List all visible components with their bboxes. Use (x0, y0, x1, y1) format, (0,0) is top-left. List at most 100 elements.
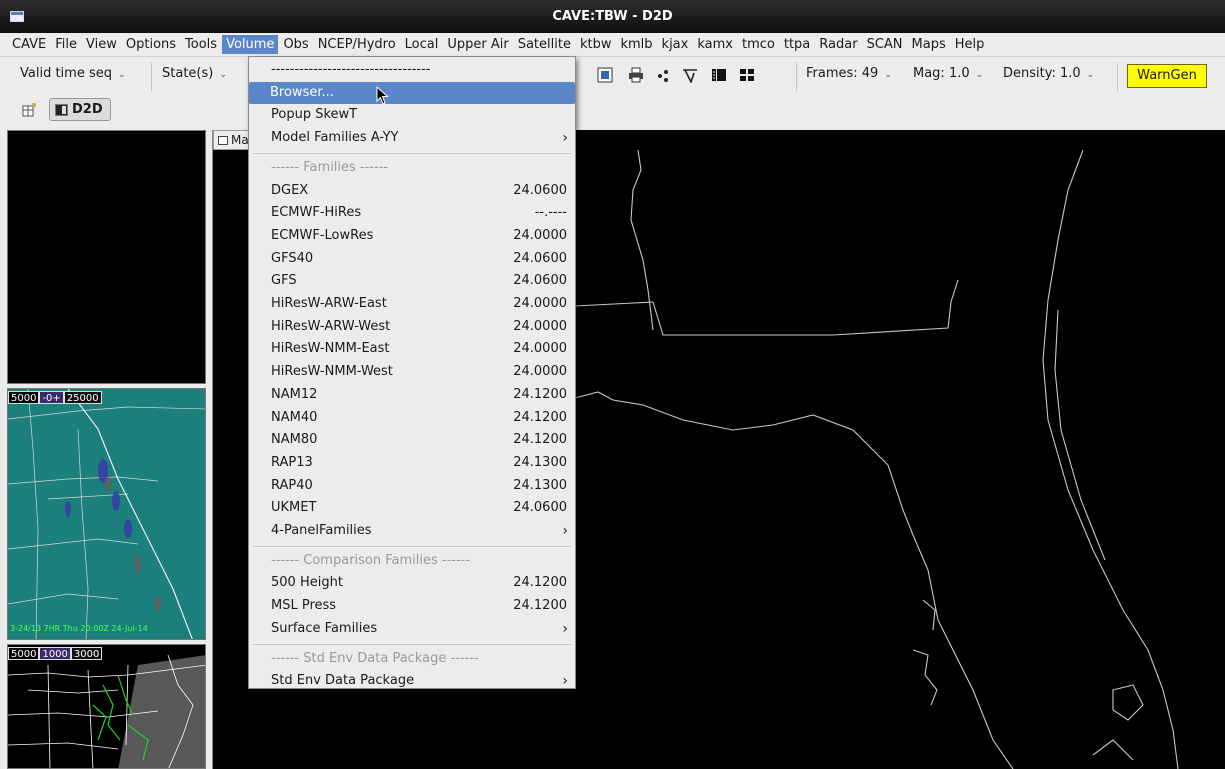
menu-item-label: Browser... (270, 84, 334, 100)
menu-item-nam80[interactable]: NAM80 24.1200 (250, 429, 574, 451)
menu-tmco[interactable]: tmco (738, 35, 779, 54)
four-panel-icon[interactable] (738, 66, 756, 84)
print-icon[interactable] (627, 66, 645, 84)
menu-item-label: Std Env Data Package (271, 673, 415, 689)
menu-item-nam40[interactable]: NAM40 24.1200 (250, 407, 574, 429)
menu-item-browser[interactable]: Browser... (249, 81, 575, 104)
menu-view[interactable]: View (82, 35, 121, 54)
menu-cave[interactable]: CAVE (8, 35, 50, 54)
colorbar-legend: 5000 -0+ 25000 (8, 391, 102, 404)
menu-item-value: 24.1200 (513, 598, 567, 614)
side-pane-1[interactable] (7, 130, 206, 384)
menu-kjax[interactable]: kjax (658, 35, 693, 54)
state-label: State(s) (162, 66, 214, 81)
menu-item-value: 24.0000 (513, 227, 567, 243)
menu-item-value: 24.0000 (513, 296, 567, 311)
menu-volume[interactable]: Volume (222, 35, 279, 54)
menu-radar[interactable]: Radar (815, 35, 861, 54)
menu-item-value: 24.0600 (513, 182, 567, 198)
menu-item-hiresw-arw-east[interactable]: HiResW-ARW-East 24.0000 (250, 293, 574, 315)
toolbar-divider (151, 63, 152, 91)
submenu-arrow-icon: › (562, 130, 568, 147)
menu-maps[interactable]: Maps (908, 35, 950, 54)
main-toolbar: Valid time seq ⌄ State(s) ⌄ Frames: 49 ⌄ Ma… (0, 56, 1225, 96)
menu-section-header-label: ------ Comparison Families ------ (271, 552, 471, 568)
menu-item-surface-families[interactable]: Surface Families › (250, 618, 574, 640)
menu-item-model-families-a-yy[interactable]: Model Families A-YY › (250, 127, 574, 149)
menu-item-ukmet[interactable]: UKMET 24.0600 (250, 497, 574, 519)
baselines-icon[interactable] (681, 66, 699, 84)
map-tab-icon (218, 135, 228, 145)
density-label: Density: 1.0 (1003, 66, 1081, 81)
menu-item-rap40[interactable]: RAP40 24.1300 (250, 475, 574, 497)
frames-dropdown[interactable]: Frames: 49 ⌄ (806, 66, 892, 81)
map-tab-label: Ma (231, 133, 249, 147)
menu-options[interactable]: Options (122, 35, 180, 54)
toolbar-divider (1117, 63, 1118, 91)
valid-time-dropdown[interactable]: Valid time seq ⌄ (20, 66, 126, 81)
menu-obs[interactable]: Obs (279, 35, 312, 54)
menu-item-label: GFS40 (271, 250, 314, 266)
menu-item-ecmwf-lowres[interactable]: ECMWF-LowRes 24.0000 (250, 225, 574, 247)
menu-item-nam12[interactable]: NAM12 24.1200 (250, 384, 574, 406)
colorbar-legend: 5000 1000 3000 (8, 647, 103, 660)
menu-separator (253, 643, 571, 645)
image-properties-icon[interactable] (596, 66, 614, 84)
side-pane-3[interactable]: 5000 1000 3000 (7, 644, 206, 769)
menu-item-value: 24.1300 (513, 477, 567, 493)
single-panel-icon[interactable] (710, 66, 728, 84)
open-perspective-icon[interactable] (22, 103, 36, 121)
menu-file[interactable]: File (51, 35, 81, 54)
menu-kmlb[interactable]: kmlb (616, 35, 656, 54)
menu-item-dgex[interactable]: DGEX 24.0600 (250, 180, 574, 202)
menu-item-label: HiResW-NMM-West (271, 364, 393, 380)
state-dropdown[interactable]: State(s) ⌄ (162, 66, 227, 81)
menu-satellite[interactable]: Satellite (514, 35, 575, 54)
side-pane-2[interactable]: 5000 -0+ 25000 3-24/13 7HR Thu 20:00Z 24-J… (7, 388, 206, 640)
legend-label: 1000 (39, 647, 71, 660)
chevron-down-icon: ⌄ (975, 70, 984, 80)
menu-scan[interactable]: SCAN (863, 35, 907, 54)
menu-item-ecmwf-hires[interactable]: ECMWF-HiRes --.---- (250, 202, 574, 224)
mouse-cursor-icon (376, 86, 389, 105)
chevron-down-icon: ⌄ (117, 70, 126, 80)
menu-item-hiresw-arw-west[interactable]: HiResW-ARW-West 24.0000 (250, 316, 574, 338)
menu-item-label: Model Families A-YY (271, 130, 399, 146)
legend-label: 5000 (8, 647, 40, 660)
menu-separator (253, 152, 571, 154)
menu-item-hiresw-nmm-west[interactable]: HiResW-NMM-West 24.0000 (250, 361, 574, 383)
warngen-button[interactable]: WarnGen (1127, 64, 1207, 88)
menu-item-hiresw-nmm-east[interactable]: HiResW-NMM-East 24.0000 (250, 338, 574, 360)
menu-upper-air[interactable]: Upper Air (443, 35, 512, 54)
menu-item-4-panelfamilies[interactable]: 4-PanelFamilies › (250, 520, 574, 542)
submenu-arrow-icon: › (562, 620, 568, 637)
menu-item-gfs[interactable]: GFS 24.0600 (250, 270, 574, 292)
perspective-d2d-tab[interactable]: D2D (49, 98, 111, 121)
menu-section-stdenv: ------ Std Env Data Package ------ (250, 648, 574, 670)
points-icon[interactable] (654, 66, 672, 84)
menu-local[interactable]: Local (401, 35, 443, 54)
menubar: CAVE File View Options Tools Volume Obs NCEP/Hy… (0, 33, 1225, 56)
menu-ttpa[interactable]: ttpa (780, 35, 814, 54)
mag-dropdown[interactable]: Mag: 1.0 ⌄ (913, 66, 983, 81)
submenu-arrow-icon: › (562, 523, 568, 539)
pane-caption: 3-24/13 7HR Thu 20:00Z 24-Jul-14 (10, 624, 148, 633)
menu-help[interactable]: Help (951, 35, 989, 54)
menu-ktbw[interactable]: ktbw (576, 35, 616, 54)
menu-tools[interactable]: Tools (181, 35, 221, 54)
menu-section-families: ------ Families ------ (250, 157, 574, 179)
perspective-d2d-label: D2D (72, 102, 103, 117)
menu-item-msl-press[interactable]: MSL Press 24.1200 (250, 595, 574, 617)
menu-item-gfs40[interactable]: GFS40 24.0600 (250, 248, 574, 270)
menu-tearoff[interactable]: ---------------------------------- (250, 59, 574, 81)
menu-item-popup-skewt[interactable]: Popup SkewT (250, 104, 574, 126)
window-titlebar: CAVE:TBW - D2D (0, 0, 1225, 33)
menu-kamx[interactable]: kamx (693, 35, 737, 54)
menu-item-rap13[interactable]: RAP13 24.1300 (250, 452, 574, 474)
density-dropdown[interactable]: Density: 1.0 ⌄ (1003, 66, 1094, 81)
menu-item-500-height[interactable]: 500 Height 24.1200 (250, 572, 574, 594)
menu-ncep-hydro[interactable]: NCEP/Hydro (314, 35, 400, 54)
menu-item-label: HiResW-ARW-East (271, 296, 387, 311)
menu-item-std-env-data-package[interactable]: Std Env Data Package › (250, 670, 574, 692)
map-editor-tab[interactable]: Ma (213, 130, 253, 150)
